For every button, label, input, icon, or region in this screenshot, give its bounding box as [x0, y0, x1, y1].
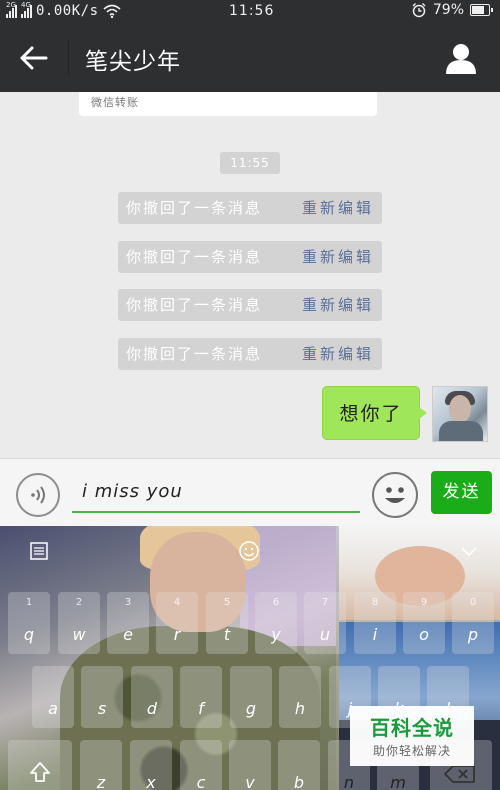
- re-edit-link[interactable]: 重新编辑: [302, 192, 374, 224]
- key-u[interactable]: 7u: [304, 592, 346, 654]
- key-a[interactable]: a: [32, 666, 74, 728]
- key-g[interactable]: g: [230, 666, 272, 728]
- re-edit-link[interactable]: 重新编辑: [302, 338, 374, 370]
- recalled-text: 你撤回了一条消息: [126, 248, 263, 266]
- input-bar: i miss you 发送: [0, 458, 500, 526]
- recalled-message: 你撤回了一条消息 重新编辑: [118, 338, 382, 370]
- emoji-button[interactable]: [372, 472, 418, 518]
- title-bar: 笔尖少年: [0, 24, 500, 92]
- title-divider: [68, 40, 69, 76]
- key-h[interactable]: h: [279, 666, 321, 728]
- alarm-icon: [412, 3, 426, 18]
- re-edit-link[interactable]: 重新编辑: [302, 289, 374, 321]
- voice-button[interactable]: [16, 473, 60, 517]
- keyboard-emoji-icon[interactable]: [238, 540, 260, 562]
- key-i[interactable]: 8i: [354, 592, 396, 654]
- backspace-icon: [444, 765, 475, 783]
- recalled-text: 你撤回了一条消息: [126, 345, 263, 363]
- key-t[interactable]: 5t: [206, 592, 248, 654]
- recalled-message: 你撤回了一条消息 重新编辑: [118, 289, 382, 321]
- key-c[interactable]: c: [180, 740, 222, 790]
- back-arrow-icon[interactable]: [18, 44, 50, 72]
- recalled-message: 你撤回了一条消息 重新编辑: [118, 192, 382, 224]
- clock: 11:56: [229, 3, 275, 19]
- key-y[interactable]: 6y: [255, 592, 297, 654]
- network-speed: 0.00K/s: [36, 3, 99, 19]
- chat-title: 笔尖少年: [85, 49, 181, 75]
- signal-icon: 2G: [6, 1, 17, 18]
- transfer-card[interactable]: 微信转账: [79, 92, 377, 116]
- voice-icon: [31, 486, 45, 504]
- recalled-text: 你撤回了一条消息: [126, 199, 263, 217]
- key-s[interactable]: s: [81, 666, 123, 728]
- status-left: 2G 4G 0.00K/s: [6, 1, 121, 19]
- shift-icon: [30, 762, 50, 782]
- battery-icon: [470, 4, 493, 16]
- send-button[interactable]: 发送: [431, 471, 492, 514]
- chat-area[interactable]: 微信转账 11:55 你撤回了一条消息 重新编辑 你撤回了一条消息 重新编辑 你…: [0, 92, 500, 458]
- smiley-icon: [385, 487, 405, 503]
- status-bar: 2G 4G 0.00K/s 11:56 79%: [0, 0, 500, 24]
- key-w[interactable]: 2w: [58, 592, 100, 654]
- signal-icon-2: 4G: [21, 1, 32, 18]
- key-r[interactable]: 4r: [156, 592, 198, 654]
- sent-message-bubble[interactable]: 想你了: [322, 386, 427, 440]
- key-f[interactable]: f: [180, 666, 222, 728]
- shift-key[interactable]: [8, 740, 72, 790]
- avatar[interactable]: [432, 386, 488, 442]
- re-edit-link[interactable]: 重新编辑: [302, 241, 374, 273]
- key-d[interactable]: d: [131, 666, 173, 728]
- watermark-subtitle: 助你轻松解决: [372, 744, 451, 758]
- key-x[interactable]: x: [130, 740, 172, 790]
- watermark-title: 百科全说: [370, 716, 454, 740]
- key-p[interactable]: 0p: [452, 592, 494, 654]
- battery-percent: 79%: [432, 2, 464, 18]
- key-v[interactable]: v: [229, 740, 271, 790]
- message-input[interactable]: i miss you: [72, 477, 360, 513]
- key-b[interactable]: b: [278, 740, 320, 790]
- recalled-text: 你撤回了一条消息: [126, 296, 263, 314]
- key-o[interactable]: 9o: [403, 592, 445, 654]
- wifi-icon: [102, 4, 121, 18]
- status-right: 79%: [411, 2, 493, 18]
- watermark-logo: 百科全说 助你轻松解决: [350, 706, 474, 766]
- keyboard-collapse-icon[interactable]: [458, 540, 480, 562]
- network-type-1: 2G: [6, 1, 16, 9]
- key-q[interactable]: 1q: [8, 592, 50, 654]
- key-z[interactable]: z: [80, 740, 122, 790]
- network-type-2: 4G: [21, 1, 31, 9]
- keyboard-menu-icon[interactable]: [28, 540, 50, 562]
- message-timestamp: 11:55: [220, 152, 280, 174]
- profile-icon[interactable]: [444, 41, 478, 75]
- transfer-card-label: 微信转账: [91, 96, 139, 109]
- recalled-message: 你撤回了一条消息 重新编辑: [118, 241, 382, 273]
- key-e[interactable]: 3e: [107, 592, 149, 654]
